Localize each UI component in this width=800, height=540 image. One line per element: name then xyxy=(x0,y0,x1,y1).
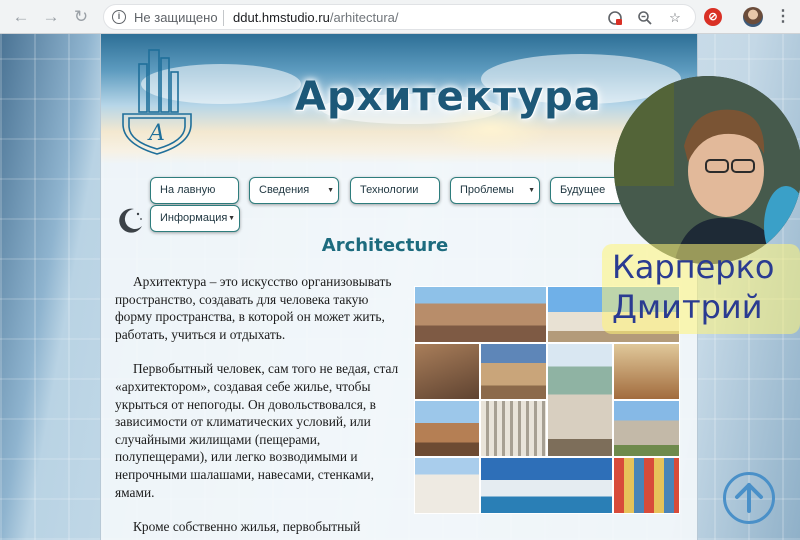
site-title: Архитектура xyxy=(295,74,602,120)
nav-home-label: На лавную xyxy=(160,184,216,196)
arrow-up-icon xyxy=(735,483,763,513)
collage-photo xyxy=(547,343,613,457)
back-icon[interactable]: ← xyxy=(10,6,32,28)
article-paragraph: Кроме собственно жилья, первобытный xyxy=(133,519,361,535)
collage-photo xyxy=(414,286,547,343)
collage-photo xyxy=(613,400,680,457)
author-first-name: Карперко xyxy=(612,248,775,286)
nav-problems-label: Проблемы xyxy=(460,184,514,196)
nav-future-label: Будущее xyxy=(560,184,606,196)
article-title: Architecture xyxy=(321,235,449,256)
moon-icon[interactable] xyxy=(115,206,145,236)
caret-down-icon: ▼ xyxy=(528,187,535,194)
address-bar[interactable]: i Не защищено ddut.hmstudio.ru/arhitectu… xyxy=(103,4,696,30)
caret-down-icon: ▼ xyxy=(327,187,334,194)
reload-icon[interactable]: ↻ xyxy=(70,6,92,28)
url-path: /arhitectura/ xyxy=(329,10,399,25)
nav-technologies-label: Технологии xyxy=(360,184,419,196)
collage-photo xyxy=(480,343,547,400)
author-last-name: Дмитрий xyxy=(612,288,763,326)
article-paragraph: Архитектура – это искусство организовыва… xyxy=(115,274,392,342)
collage-photo xyxy=(480,457,613,514)
star-icon[interactable]: ☆ xyxy=(667,10,683,26)
browser-toolbar: ← → ↻ i Не защищено ddut.hmstudio.ru/arh… xyxy=(0,0,800,34)
logo-monogram: А xyxy=(147,121,166,146)
forward-icon[interactable]: → xyxy=(40,6,62,28)
nav-info-dropdown[interactable]: Сведения ▼ xyxy=(249,177,339,204)
caret-down-icon: ▼ xyxy=(228,215,235,222)
collage-photo xyxy=(613,343,680,400)
nav-technologies[interactable]: Технологии xyxy=(350,177,440,204)
translate-icon[interactable] xyxy=(607,10,623,26)
url-text[interactable]: ddut.hmstudio.ru/arhitectura/ xyxy=(233,10,399,25)
security-status[interactable]: Не защищено xyxy=(134,10,218,25)
nav-problems-dropdown[interactable]: Проблемы ▼ xyxy=(450,177,540,204)
extension-icon[interactable]: ⊘ xyxy=(704,8,722,26)
address-separator xyxy=(223,10,224,26)
site-logo[interactable]: А xyxy=(117,44,197,156)
profile-icon[interactable] xyxy=(743,7,763,27)
collage-photo xyxy=(414,457,480,514)
author-photo xyxy=(614,76,800,264)
info-icon[interactable]: i xyxy=(112,10,126,24)
article-text: Архитектура – это искусство организовыва… xyxy=(115,273,405,540)
nav-info-label: Сведения xyxy=(259,184,310,196)
article-paragraph: Первобытный человек, сам того не ведая, … xyxy=(115,361,399,500)
collage-photo xyxy=(613,457,680,514)
collage-photo xyxy=(480,400,547,457)
collage-photo xyxy=(414,400,480,457)
scroll-top-button[interactable] xyxy=(723,472,775,524)
url-host: ddut.hmstudio.ru xyxy=(233,10,330,25)
collage-photo xyxy=(414,343,480,400)
nav-information-dropdown[interactable]: Информация ▼ xyxy=(150,205,240,232)
menu-icon[interactable]: ⋮ xyxy=(775,7,791,27)
nav-information-label: Информация xyxy=(160,212,228,224)
zoom-icon[interactable] xyxy=(637,10,653,26)
nav-home[interactable]: На лавную xyxy=(150,177,239,204)
